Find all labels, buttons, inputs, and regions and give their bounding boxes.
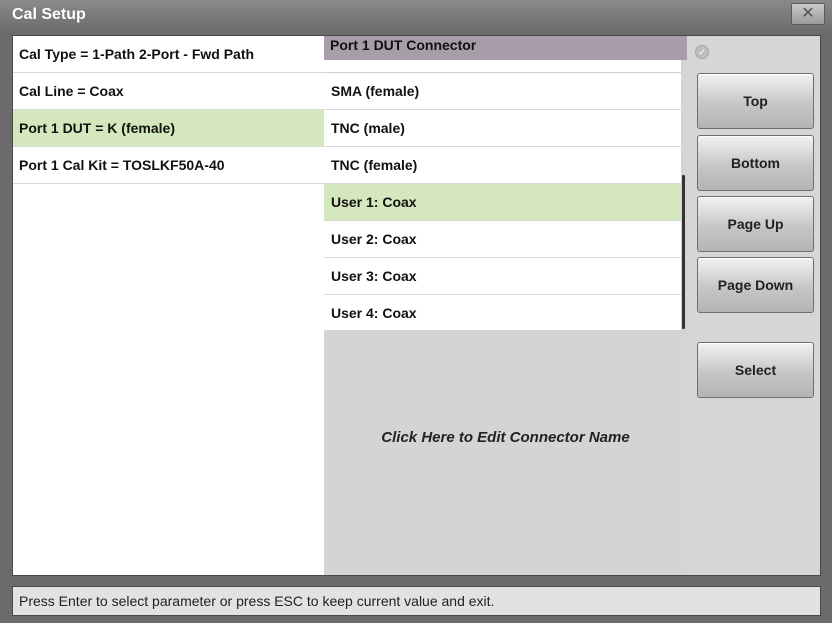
top-button[interactable]: Top (697, 73, 814, 129)
check-circle-icon: ✓ (695, 45, 709, 59)
close-button[interactable]: ✕ (791, 3, 825, 25)
connector-option-list[interactable]: SMA (female) TNC (male) TNC (female) Use… (324, 60, 681, 330)
title-bar: Cal Setup ✕ (0, 0, 832, 34)
navigation-buttons: ✓ Top Bottom Page Up Page Down Select (687, 36, 820, 575)
status-bar: Press Enter to select parameter or press… (12, 586, 821, 616)
status-text: Press Enter to select parameter or press… (19, 593, 495, 609)
param-row-port1-dut[interactable]: Port 1 DUT = K (female) (13, 110, 324, 147)
parameter-list: Cal Type = 1-Path 2-Port - Fwd Path Cal … (13, 36, 325, 575)
list-item[interactable]: User 4: Coax (324, 295, 681, 330)
main-content: Cal Type = 1-Path 2-Port - Fwd Path Cal … (12, 35, 821, 576)
connector-panel: Port 1 DUT Connector SMA (female) TNC (m… (324, 36, 688, 575)
bottom-button[interactable]: Bottom (697, 135, 814, 191)
list-item-selected[interactable]: User 1: Coax (324, 184, 681, 221)
list-item[interactable]: TNC (female) (324, 147, 681, 184)
page-up-button[interactable]: Page Up (697, 196, 814, 252)
close-icon: ✕ (801, 5, 815, 22)
param-row-cal-type[interactable]: Cal Type = 1-Path 2-Port - Fwd Path (13, 36, 324, 73)
page-down-button[interactable]: Page Down (697, 257, 814, 313)
list-scrollbar[interactable] (682, 175, 685, 329)
edit-connector-name-link[interactable]: Click Here to Edit Connector Name (324, 429, 687, 446)
cal-setup-window: Cal Setup ✕ Cal Type = 1-Path 2-Port - F… (0, 0, 832, 623)
connector-list-title: Port 1 DUT Connector (330, 37, 477, 53)
select-button[interactable]: Select (697, 342, 814, 398)
connector-list-header: Port 1 DUT Connector (324, 36, 687, 60)
window-title: Cal Setup (12, 6, 86, 23)
list-item[interactable]: TNC (male) (324, 110, 681, 147)
param-row-cal-line[interactable]: Cal Line = Coax (13, 73, 324, 110)
param-row-port1-cal-kit[interactable]: Port 1 Cal Kit = TOSLKF50A-40 (13, 147, 324, 184)
list-item[interactable]: User 3: Coax (324, 258, 681, 295)
list-item-partial (324, 60, 681, 73)
list-item[interactable]: User 2: Coax (324, 221, 681, 258)
list-item[interactable]: SMA (female) (324, 73, 681, 110)
